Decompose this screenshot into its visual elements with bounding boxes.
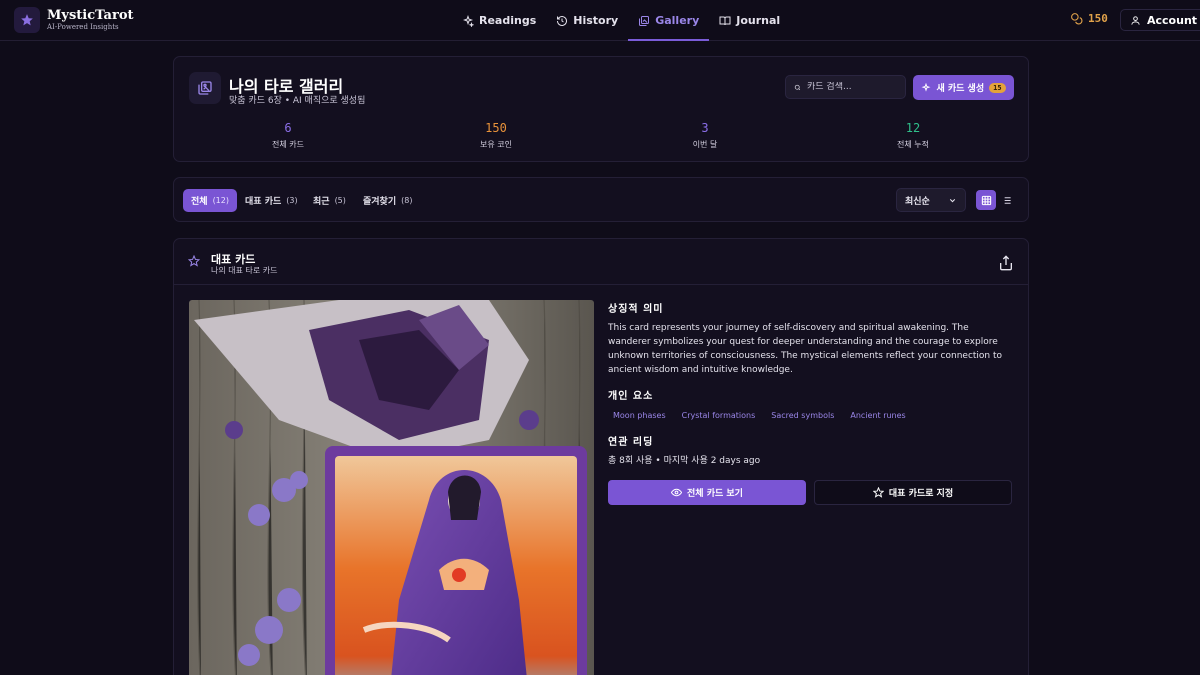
element-tag[interactable]: Ancient runes: [845, 408, 910, 423]
create-card-label: 새 카드 생성: [936, 84, 985, 94]
tab-count: (3): [286, 196, 298, 205]
stat-total-cards: 6 전체 카드: [228, 121, 348, 150]
nav-journal[interactable]: Journal: [709, 0, 790, 41]
set-featured-label: 대표 카드로 지정: [888, 489, 954, 499]
stat-value: 12: [905, 121, 921, 135]
grid-icon: [981, 195, 991, 205]
sparkles-icon: [462, 14, 474, 27]
tab-count: (5): [334, 196, 346, 205]
list-view-button[interactable]: [996, 190, 1016, 210]
nav-readings-label: Readings: [479, 14, 537, 27]
sort-select[interactable]: 최신순: [896, 188, 966, 212]
create-card-button[interactable]: 새 카드 생성 15: [913, 75, 1014, 100]
tab-label: 최근: [313, 197, 330, 207]
featured-card-panel: 대표 카드 나의 대표 타로 카드 상징적 의미 This card repre…: [173, 238, 1029, 675]
tab-featured[interactable]: 대표 카드 (3): [237, 189, 306, 212]
brand[interactable]: MysticTarot AI-Powered Insights: [14, 7, 134, 33]
elements-heading: 개인 요소: [608, 391, 654, 402]
element-tags: Moon phases Crystal formations Sacred sy…: [608, 408, 1014, 423]
list-icon: [1001, 196, 1011, 204]
section-subtitle: 나의 대표 타로 카드: [211, 266, 278, 275]
tab-favorites[interactable]: 즐겨찾기 (8): [355, 189, 420, 212]
nav-gallery-label: Gallery: [655, 14, 700, 27]
stat-this-month: 3 이번 달: [645, 121, 765, 150]
element-tag[interactable]: Crystal formations: [677, 408, 761, 423]
nav-gallery[interactable]: Gallery: [628, 0, 710, 41]
tab-label: 대표 카드: [245, 197, 282, 207]
star-outline-icon[interactable]: [188, 255, 200, 267]
tab-label: 전체: [191, 197, 208, 207]
nav-history[interactable]: History: [546, 0, 628, 41]
card-actions: 전체 카드 보기 대표 카드로 지정: [608, 480, 1012, 505]
history-icon: [557, 15, 568, 26]
main-nav: Readings History Gallery Journal: [452, 0, 790, 41]
stat-label: 보유 코인: [480, 140, 512, 149]
view-full-card-button[interactable]: 전체 카드 보기: [608, 480, 806, 505]
coin-balance[interactable]: 150: [1070, 12, 1108, 25]
gallery-icon: [639, 15, 650, 26]
create-cost-badge: 15: [989, 82, 1006, 93]
filter-bar: 전체 (12) 대표 카드 (3) 최근 (5) 즐겨찾기 (8) 최신순: [173, 177, 1029, 222]
stat-value: 3: [701, 121, 709, 135]
coins-icon: [1071, 13, 1083, 25]
stat-value: 150: [485, 121, 507, 135]
search-icon: [794, 84, 801, 90]
star-icon: [872, 487, 884, 498]
view-full-card-label: 전체 카드 보기: [687, 489, 743, 499]
tab-all[interactable]: 전체 (12): [183, 189, 237, 212]
readings-heading: 연관 리딩: [608, 437, 654, 448]
card-search[interactable]: [785, 75, 906, 99]
coin-balance-value: 150: [1088, 12, 1108, 25]
user-icon: [1131, 15, 1140, 25]
meaning-heading: 상징적 의미: [608, 304, 664, 315]
element-tag[interactable]: Sacred symbols: [766, 408, 839, 423]
set-featured-button[interactable]: 대표 카드로 지정: [814, 480, 1012, 505]
brand-name: MysticTarot: [47, 8, 134, 23]
gallery-header-icon: [189, 72, 221, 104]
sparkles-icon: [921, 82, 931, 92]
tab-count: (12): [212, 196, 229, 205]
top-navigation-bar: MysticTarot AI-Powered Insights Readings…: [0, 0, 1200, 41]
card-detail: 상징적 의미 This card represents your journey…: [608, 300, 1014, 468]
stat-label: 이번 달: [692, 140, 718, 149]
page-subtitle: 맞춤 카드 6장 • AI 매직으로 생성됨: [229, 96, 366, 106]
sort-value: 최신순: [905, 196, 930, 207]
meaning-text: This card represents your journey of sel…: [608, 323, 1003, 375]
search-input[interactable]: [807, 82, 897, 92]
eye-icon: [671, 488, 683, 497]
brand-tagline: AI-Powered Insights: [47, 23, 119, 31]
account-button[interactable]: Account: [1120, 9, 1200, 31]
nav-readings[interactable]: Readings: [452, 0, 546, 41]
tab-label: 즐겨찾기: [363, 197, 397, 207]
featured-section-header: 대표 카드 나의 대표 타로 카드: [174, 239, 1028, 285]
star-logo-icon: [14, 7, 40, 33]
nav-history-label: History: [573, 14, 619, 27]
stat-label: 전체 카드: [272, 140, 304, 149]
tab-count: (8): [401, 196, 413, 205]
stat-label: 전체 누적: [897, 140, 929, 149]
stat-value: 6: [284, 121, 292, 135]
chevron-down-icon: [949, 198, 956, 202]
element-tag[interactable]: Moon phases: [608, 408, 671, 423]
share-icon[interactable]: [998, 255, 1014, 271]
tab-recent[interactable]: 최근 (5): [305, 189, 354, 212]
book-icon: [719, 16, 731, 25]
featured-card-image[interactable]: [189, 300, 594, 675]
stat-cumulative: 12 전체 누적: [853, 121, 973, 150]
grid-view-button[interactable]: [976, 190, 996, 210]
gallery-header-panel: 나의 타로 갤러리 맞춤 카드 6장 • AI 매직으로 생성됨 새 카드 생성…: [173, 56, 1029, 162]
account-label: Account: [1147, 13, 1198, 27]
stat-coins: 150 보유 코인: [436, 121, 556, 150]
nav-journal-label: Journal: [736, 14, 781, 27]
readings-text: 총 8회 사용 • 마지막 사용 2 days ago: [608, 456, 761, 466]
